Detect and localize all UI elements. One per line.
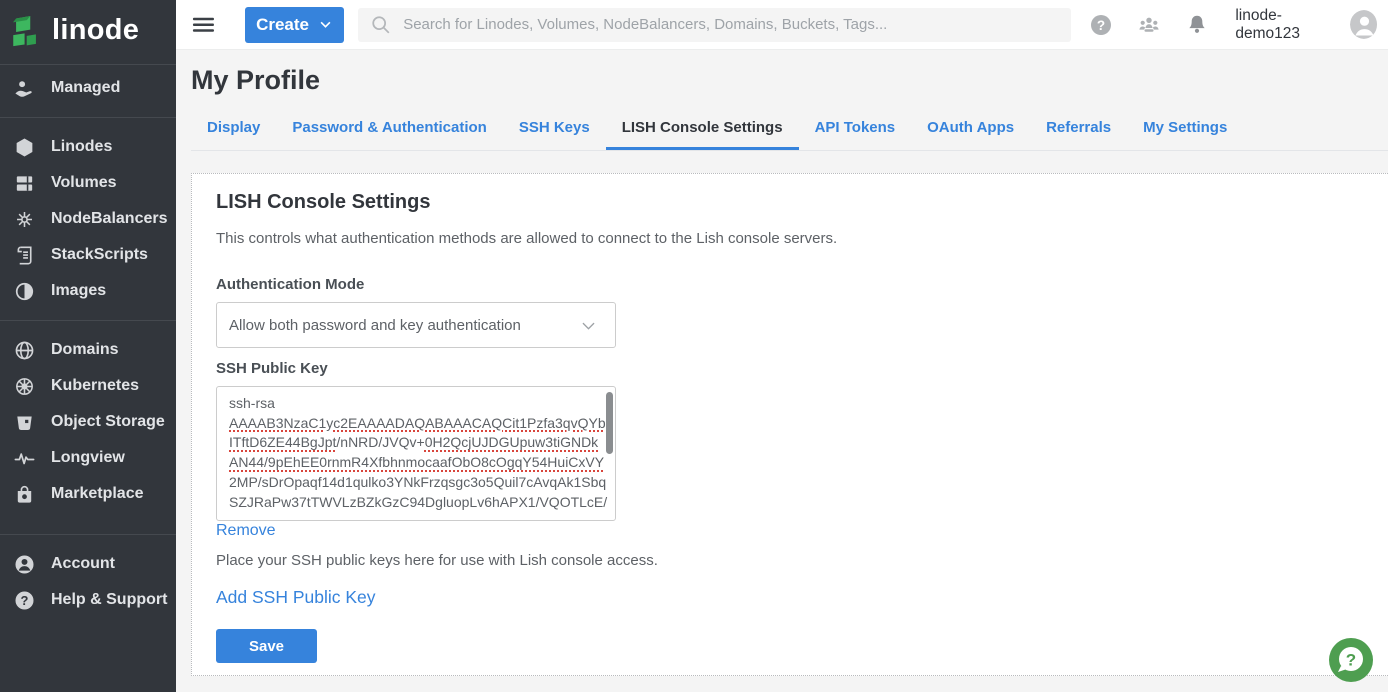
tab-api-tokens[interactable]: API Tokens xyxy=(799,109,912,150)
sidebar-item-help-support[interactable]: ? Help & Support xyxy=(0,582,176,618)
ssh-key-textarea[interactable]: ssh-rsa AAAAB3NzaC1yc2EAAAADAQABAAACAQCi… xyxy=(216,386,616,521)
ssh-key-line: 2MP/sDrOpaqf14d1qulko3YNkFrzqsgc3o5Quil7… xyxy=(229,473,599,493)
sidebar-item-label: Object Storage xyxy=(51,413,165,431)
sidebar-item-longview[interactable]: Longview xyxy=(0,440,176,476)
sidebar-item-label: Managed xyxy=(51,79,120,97)
sidebar-nav: Managed Linodes Volumes xyxy=(0,65,176,618)
sidebar-item-label: Help & Support xyxy=(51,591,167,609)
community-icon[interactable] xyxy=(1137,13,1161,37)
volumes-icon xyxy=(13,172,36,195)
ssh-key-line: ssh-rsa xyxy=(229,394,599,414)
page-title: My Profile xyxy=(191,65,1388,96)
tab-display[interactable]: Display xyxy=(191,109,276,150)
stackscripts-icon xyxy=(13,244,36,267)
tab-password-authentication[interactable]: Password & Authentication xyxy=(276,109,502,150)
longview-icon xyxy=(13,447,36,470)
ssh-key-line: ITftD6ZE44BgJpt/nNRD/JVQv+0H2QcjUJDGUpuw… xyxy=(229,433,599,453)
tab-lish-console-settings[interactable]: LISH Console Settings xyxy=(606,109,799,150)
auth-mode-label: Authentication Mode xyxy=(216,276,1387,293)
ssh-key-line: AAAAB3NzaC1yc2EAAAADAQABAAACAQCit1Pzfa3q… xyxy=(229,414,599,434)
search-bar xyxy=(358,8,1071,42)
marketplace-icon xyxy=(13,483,36,506)
panel-title: LISH Console Settings xyxy=(216,191,1387,214)
notifications-bell-icon[interactable] xyxy=(1185,13,1209,37)
sidebar-item-label: Marketplace xyxy=(51,485,144,503)
brand-name: linode xyxy=(52,14,139,47)
sidebar-item-volumes[interactable]: Volumes xyxy=(0,165,176,201)
ssh-key-line: AN44/9pEhEE0rnmR4XfbhnmocaafObO8cOgqY54H… xyxy=(229,453,599,473)
create-button[interactable]: Create xyxy=(245,7,344,43)
sidebar-item-label: Images xyxy=(51,282,106,300)
sidebar-item-domains[interactable]: Domains xyxy=(0,332,176,368)
main-column: Create ? xyxy=(176,0,1388,692)
svg-text:?: ? xyxy=(21,592,29,607)
ssh-key-helper-text: Place your SSH public keys here for use … xyxy=(216,552,1387,569)
search-icon xyxy=(370,14,391,35)
textarea-scrollbar[interactable] xyxy=(606,392,613,454)
remove-ssh-key-link[interactable]: Remove xyxy=(216,522,276,540)
tab-ssh-keys[interactable]: SSH Keys xyxy=(503,109,606,150)
sidebar-item-kubernetes[interactable]: Kubernetes xyxy=(0,368,176,404)
sidebar: linode Managed Linodes xyxy=(0,0,176,692)
linode-logo-icon xyxy=(9,13,45,51)
save-button[interactable]: Save xyxy=(216,629,317,663)
sidebar-item-label: Kubernetes xyxy=(51,377,139,395)
sidebar-item-label: Volumes xyxy=(51,174,117,192)
sidebar-divider xyxy=(0,320,176,321)
help-icon[interactable]: ? xyxy=(1089,13,1113,37)
tab-my-settings[interactable]: My Settings xyxy=(1127,109,1243,150)
svg-text:?: ? xyxy=(1097,17,1105,32)
account-icon xyxy=(13,553,36,576)
auth-mode-select[interactable]: Allow both password and key authenticati… xyxy=(216,302,616,348)
nodebalancers-icon xyxy=(13,208,36,231)
create-button-label: Create xyxy=(256,15,309,35)
sidebar-item-stackscripts[interactable]: StackScripts xyxy=(0,237,176,273)
sidebar-item-label: Domains xyxy=(51,341,119,359)
svg-text:?: ? xyxy=(1346,651,1356,670)
sidebar-item-label: Account xyxy=(51,555,115,573)
kubernetes-icon xyxy=(13,375,36,398)
panel-description: This controls what authentication method… xyxy=(216,230,1387,247)
sidebar-item-label: Longview xyxy=(51,449,125,467)
chevron-down-icon xyxy=(579,316,598,335)
images-icon xyxy=(13,280,36,303)
sidebar-item-nodebalancers[interactable]: NodeBalancers xyxy=(0,201,176,237)
sidebar-item-linodes[interactable]: Linodes xyxy=(0,129,176,165)
app-root: linode Managed Linodes xyxy=(0,0,1388,692)
tab-referrals[interactable]: Referrals xyxy=(1030,109,1127,150)
linode-logo[interactable]: linode xyxy=(0,0,176,64)
sidebar-divider xyxy=(0,534,176,535)
sidebar-divider xyxy=(0,117,176,118)
sidebar-item-account[interactable]: Account xyxy=(0,546,176,582)
search-input[interactable] xyxy=(403,16,1061,33)
object-storage-icon xyxy=(13,411,36,434)
managed-icon xyxy=(13,77,36,100)
avatar xyxy=(1350,10,1378,39)
topbar: Create ? xyxy=(176,0,1388,50)
content-area: My Profile Display Password & Authentica… xyxy=(176,50,1388,692)
hamburger-menu-icon[interactable] xyxy=(192,13,215,37)
sidebar-item-managed[interactable]: Managed xyxy=(0,70,176,106)
sidebar-item-label: StackScripts xyxy=(51,246,148,264)
sidebar-item-object-storage[interactable]: Object Storage xyxy=(0,404,176,440)
sidebar-item-marketplace[interactable]: Marketplace xyxy=(0,476,176,512)
ssh-key-line: SZJRaPw37tTWVLzBZkGzC94DgluopLv6hAPX1/VQ… xyxy=(229,493,599,513)
lish-settings-panel: LISH Console Settings This controls what… xyxy=(191,173,1388,676)
topbar-icons: ? xyxy=(1089,13,1209,37)
sidebar-item-label: Linodes xyxy=(51,138,112,156)
tab-oauth-apps[interactable]: OAuth Apps xyxy=(911,109,1030,150)
ssh-key-label: SSH Public Key xyxy=(216,360,1387,377)
help-circle-icon: ? xyxy=(13,589,36,612)
chevron-down-icon xyxy=(318,17,333,32)
profile-tabs: Display Password & Authentication SSH Ke… xyxy=(191,109,1388,151)
domains-icon xyxy=(13,339,36,362)
sidebar-item-images[interactable]: Images xyxy=(0,273,176,309)
auth-mode-value: Allow both password and key authenticati… xyxy=(229,317,521,334)
user-menu[interactable]: linode-demo123 xyxy=(1235,7,1388,43)
help-fab-button[interactable]: ? xyxy=(1328,637,1374,683)
sidebar-item-label: NodeBalancers xyxy=(51,210,168,228)
linodes-icon xyxy=(13,136,36,159)
username: linode-demo123 xyxy=(1235,7,1341,43)
add-ssh-key-link[interactable]: Add SSH Public Key xyxy=(216,587,376,608)
